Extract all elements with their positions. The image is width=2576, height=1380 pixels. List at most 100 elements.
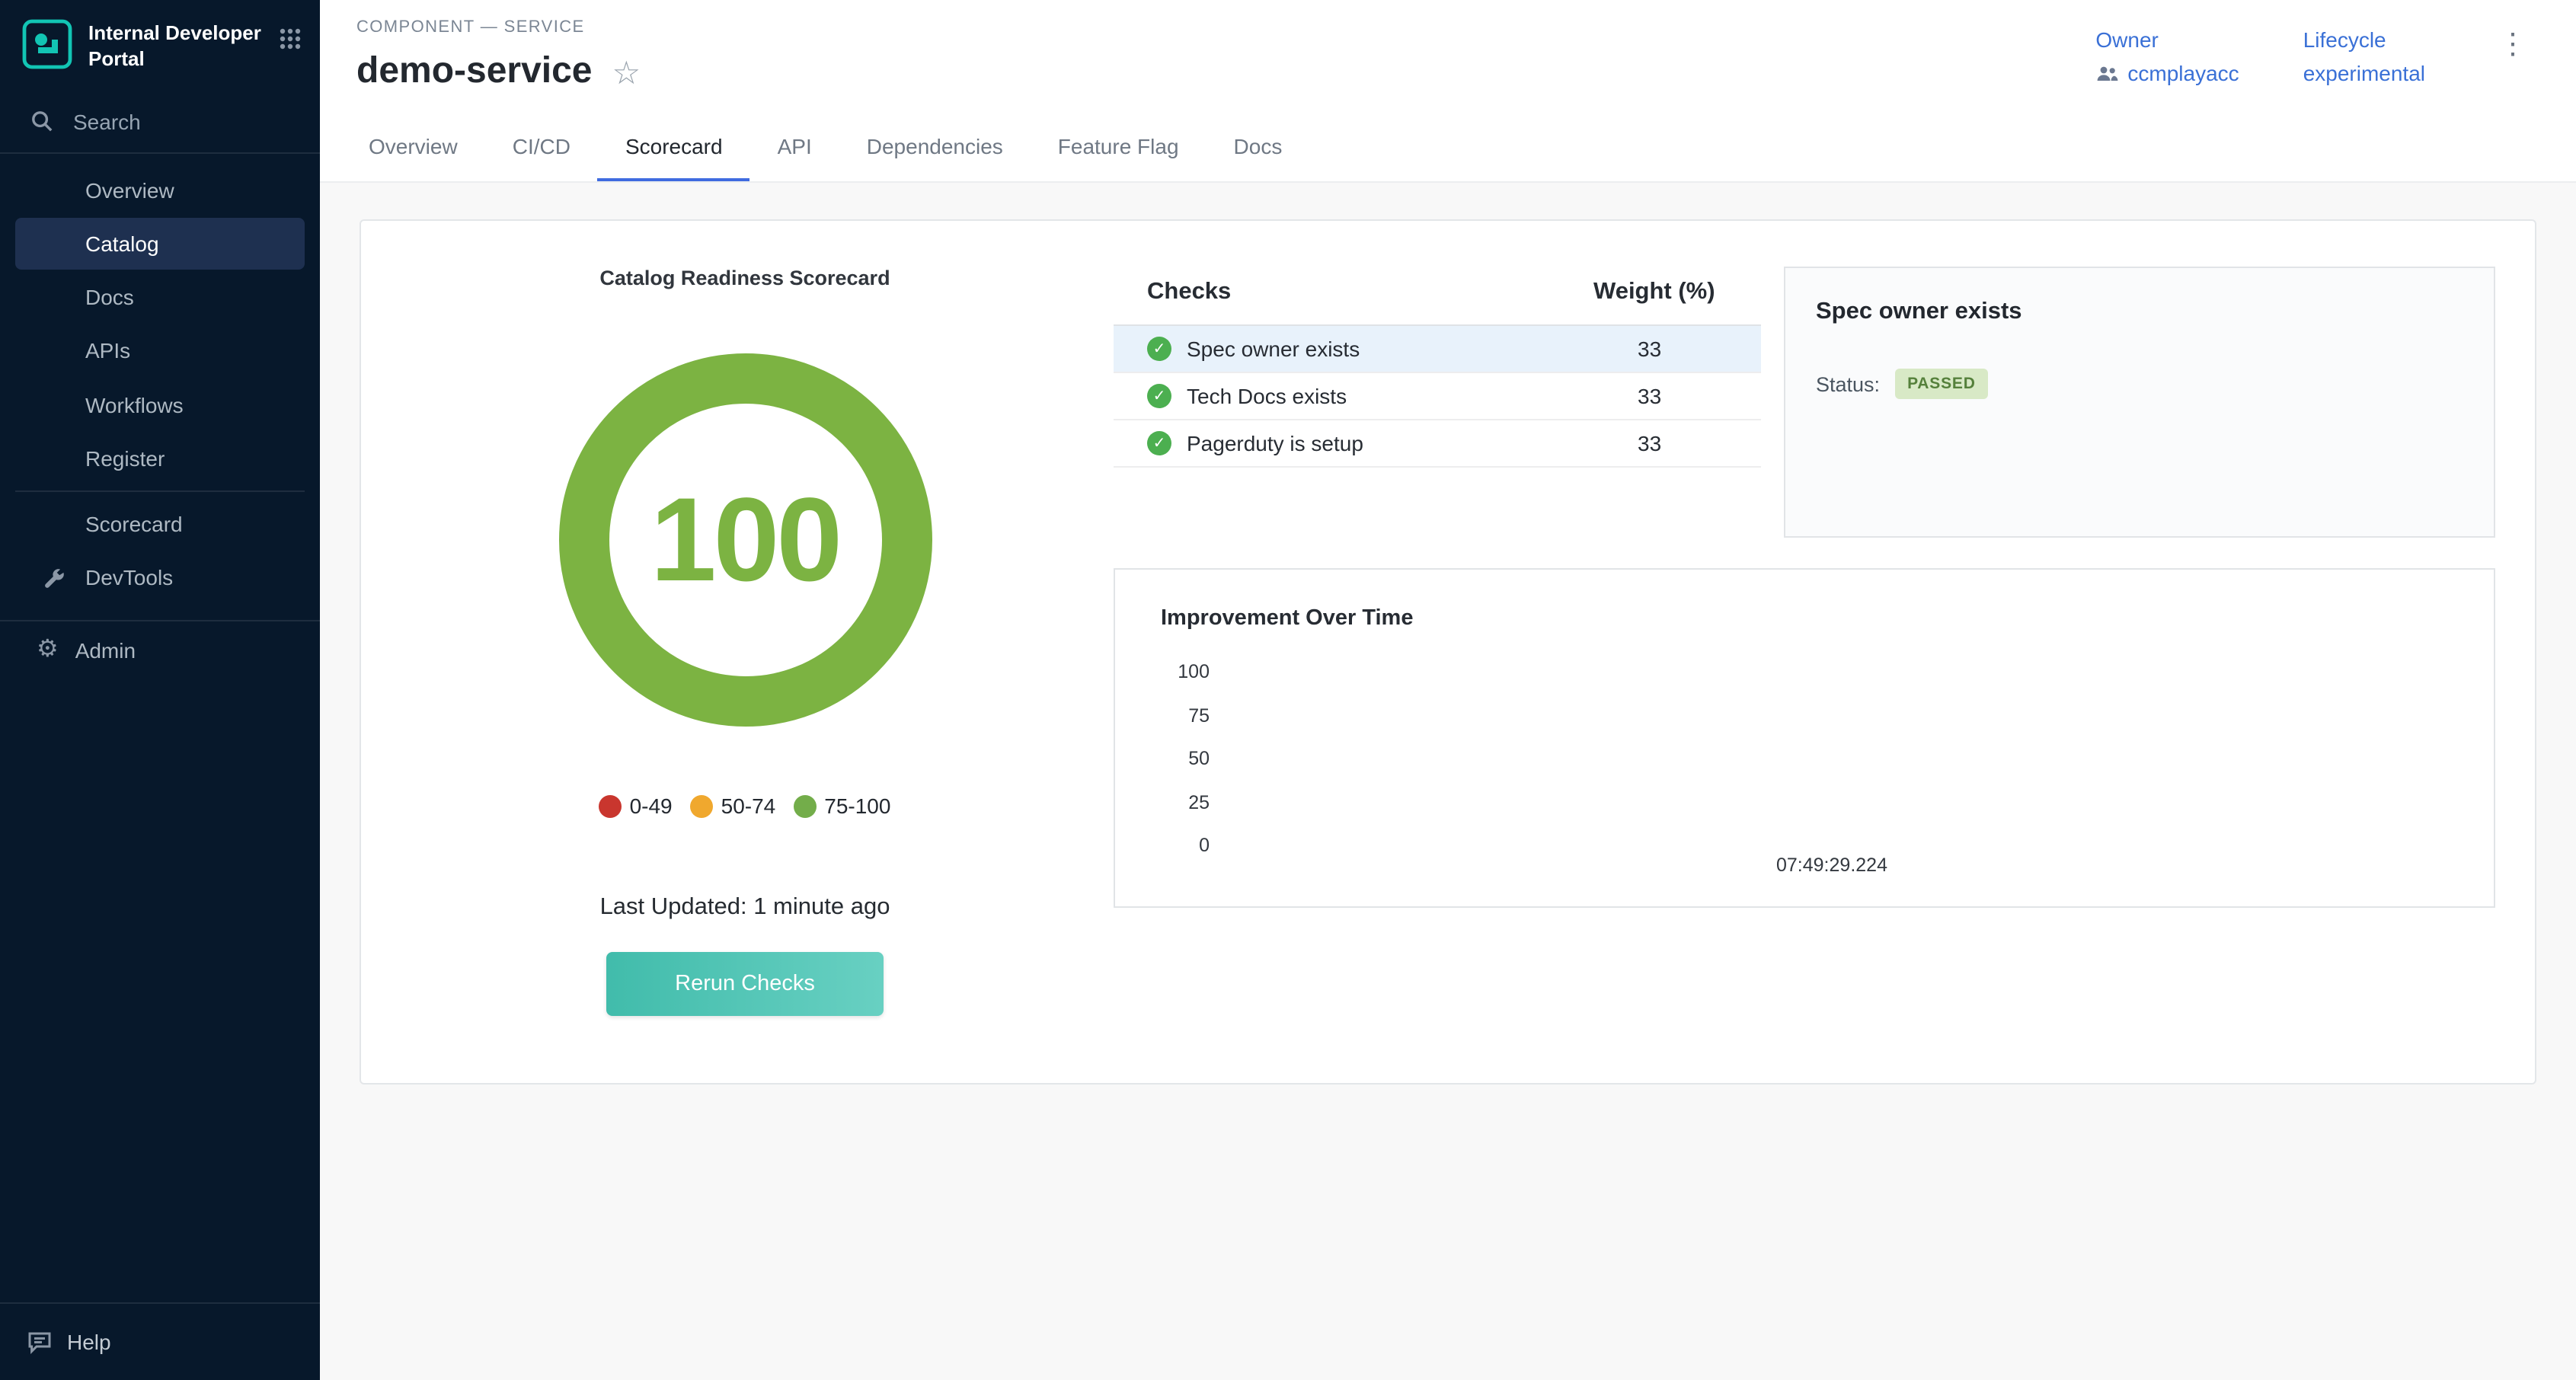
check-name: Tech Docs exists xyxy=(1187,384,1347,408)
chart-title: Improvement Over Time xyxy=(1161,606,2451,631)
score-gauge: 100 xyxy=(558,353,932,727)
sidebar-item-scorecard[interactable]: Scorecard xyxy=(15,498,305,550)
legend-item-low: 0-49 xyxy=(599,794,673,818)
sidebar-divider xyxy=(15,490,305,492)
search-icon xyxy=(30,110,53,133)
owner-label[interactable]: Owner xyxy=(2095,27,2239,52)
sidebar-item-workflows[interactable]: Workflows xyxy=(15,379,305,430)
table-row[interactable]: ✓ Tech Docs exists 33 xyxy=(1114,373,1761,420)
checks-table: Checks Weight (%) ✓ Spec owner exists 33 xyxy=(1114,267,1761,468)
check-passed-icon: ✓ xyxy=(1147,384,1171,408)
sidebar-help[interactable]: Help xyxy=(0,1302,320,1380)
table-row[interactable]: ✓ Spec owner exists 33 xyxy=(1114,326,1761,373)
tab-docs[interactable]: Docs xyxy=(1207,111,1310,181)
sidebar-divider xyxy=(0,621,320,622)
check-detail-panel: Spec owner exists Status: PASSED xyxy=(1784,267,2495,538)
page-title: demo-service xyxy=(356,50,593,93)
sidebar-search[interactable]: Search xyxy=(0,91,320,152)
app-root: Internal Developer Portal Search Overvie… xyxy=(0,0,2576,1380)
chart-y-axis: 100 75 50 25 0 xyxy=(1161,661,1213,878)
legend-dot-amber xyxy=(691,794,714,817)
check-detail-title: Spec owner exists xyxy=(1816,299,2463,326)
score-value: 100 xyxy=(650,471,839,609)
y-axis-tick: 100 xyxy=(1161,661,1213,704)
main: COMPONENT — SERVICE demo-service ☆ Owner xyxy=(320,0,2576,1380)
tab-cicd[interactable]: CI/CD xyxy=(485,111,598,181)
checks-row: Checks Weight (%) ✓ Spec owner exists 33 xyxy=(1114,267,2495,538)
checks-column-header: Checks xyxy=(1147,279,1593,306)
owner-value[interactable]: ccmplayacc xyxy=(2095,61,2239,85)
sidebar-item-overview[interactable]: Overview xyxy=(15,165,305,216)
scorecard-title: Catalog Readiness Scorecard xyxy=(599,267,890,289)
owner-block: Owner ccmplayacc xyxy=(2095,27,2239,85)
check-passed-icon: ✓ xyxy=(1147,337,1171,361)
check-name: Spec owner exists xyxy=(1187,337,1360,361)
chart-body: 100 75 50 25 0 07:49:29.224 xyxy=(1161,661,2451,878)
check-name: Pagerduty is setup xyxy=(1187,431,1363,455)
legend-dot-red xyxy=(599,794,622,817)
owner-value-text: ccmplayacc xyxy=(2127,61,2239,85)
help-chat-icon xyxy=(27,1330,52,1353)
page-header-left: COMPONENT — SERVICE demo-service ☆ xyxy=(356,18,641,93)
tab-overview[interactable]: Overview xyxy=(341,111,485,181)
status-row: Status: PASSED xyxy=(1816,369,2463,399)
score-legend: 0-49 50-74 75-100 xyxy=(599,794,891,818)
tab-dependencies[interactable]: Dependencies xyxy=(839,111,1031,181)
check-weight: 33 xyxy=(1593,431,1761,455)
sidebar-spacer xyxy=(0,680,320,1302)
lifecycle-block: Lifecycle experimental xyxy=(2303,27,2425,85)
help-label: Help xyxy=(67,1330,111,1354)
favorite-star-icon[interactable]: ☆ xyxy=(612,54,641,89)
table-row[interactable]: ✓ Pagerduty is setup 33 xyxy=(1114,420,1761,468)
brand: Internal Developer Portal xyxy=(0,0,320,91)
sidebar: Internal Developer Portal Search Overvie… xyxy=(0,0,320,1380)
scorecard-card: Catalog Readiness Scorecard 100 0-49 50-… xyxy=(360,219,2536,1085)
sidebar-item-catalog[interactable]: Catalog xyxy=(15,218,305,270)
last-updated-text: Last Updated: 1 minute ago xyxy=(600,894,890,922)
sidebar-item-admin[interactable]: ⚙ Admin xyxy=(15,625,305,677)
y-axis-tick: 0 xyxy=(1161,835,1213,878)
wrench-icon xyxy=(43,566,66,589)
rerun-checks-button[interactable]: Rerun Checks xyxy=(606,952,884,1016)
content-area: Catalog Readiness Scorecard 100 0-49 50-… xyxy=(320,183,2576,1380)
chart-plot-wrap: 07:49:29.224 xyxy=(1213,661,2451,878)
check-weight: 33 xyxy=(1593,337,1761,361)
more-menu-icon[interactable]: ⋮ xyxy=(2489,27,2536,62)
y-axis-tick: 75 xyxy=(1161,704,1213,748)
lifecycle-value[interactable]: experimental xyxy=(2303,61,2425,85)
tab-feature-flag[interactable]: Feature Flag xyxy=(1031,111,1207,181)
page-header-meta: Owner ccmplayacc Lifecycle xyxy=(2095,18,2536,85)
chart-plot-area xyxy=(1213,661,2451,845)
brand-title: Internal Developer Portal xyxy=(88,18,264,73)
improvement-chart-card: Improvement Over Time 100 75 50 25 0 xyxy=(1114,568,2495,907)
sidebar-nav: Overview Catalog Docs APIs Workflows Reg… xyxy=(0,154,320,605)
tab-api[interactable]: API xyxy=(750,111,839,181)
legend-label: 75-100 xyxy=(824,794,890,818)
y-axis-tick: 50 xyxy=(1161,748,1213,791)
apps-grid-icon[interactable] xyxy=(279,18,302,58)
lifecycle-label[interactable]: Lifecycle xyxy=(2303,27,2425,52)
sidebar-item-label: DevTools xyxy=(85,564,289,591)
legend-item-high: 75-100 xyxy=(794,794,890,818)
check-weight: 33 xyxy=(1593,384,1761,408)
breadcrumb: COMPONENT — SERVICE xyxy=(356,18,641,37)
legend-label: 50-74 xyxy=(721,794,776,818)
scorecard-detail-col: Checks Weight (%) ✓ Spec owner exists 33 xyxy=(1114,267,2495,1028)
x-axis-tick: 07:49:29.224 xyxy=(1213,845,2451,878)
gear-icon: ⚙ xyxy=(37,639,59,663)
legend-label: 0-49 xyxy=(630,794,673,818)
scorecard-summary: Catalog Readiness Scorecard 100 0-49 50-… xyxy=(401,267,1089,1028)
status-label: Status: xyxy=(1816,372,1880,395)
weight-column-header: Weight (%) xyxy=(1593,279,1761,306)
sidebar-item-devtools[interactable]: DevTools xyxy=(15,551,305,603)
legend-item-mid: 50-74 xyxy=(691,794,776,818)
tab-bar: Overview CI/CD Scorecard API Dependencie… xyxy=(320,111,2576,183)
tab-scorecard[interactable]: Scorecard xyxy=(598,111,750,181)
checks-table-header: Checks Weight (%) xyxy=(1114,267,1761,326)
sidebar-item-register[interactable]: Register xyxy=(15,432,305,484)
legend-dot-green xyxy=(794,794,817,817)
page-header: COMPONENT — SERVICE demo-service ☆ Owner xyxy=(320,0,2576,93)
sidebar-item-docs[interactable]: Docs xyxy=(15,271,305,323)
sidebar-item-apis[interactable]: APIs xyxy=(15,325,305,377)
search-label: Search xyxy=(73,110,141,134)
